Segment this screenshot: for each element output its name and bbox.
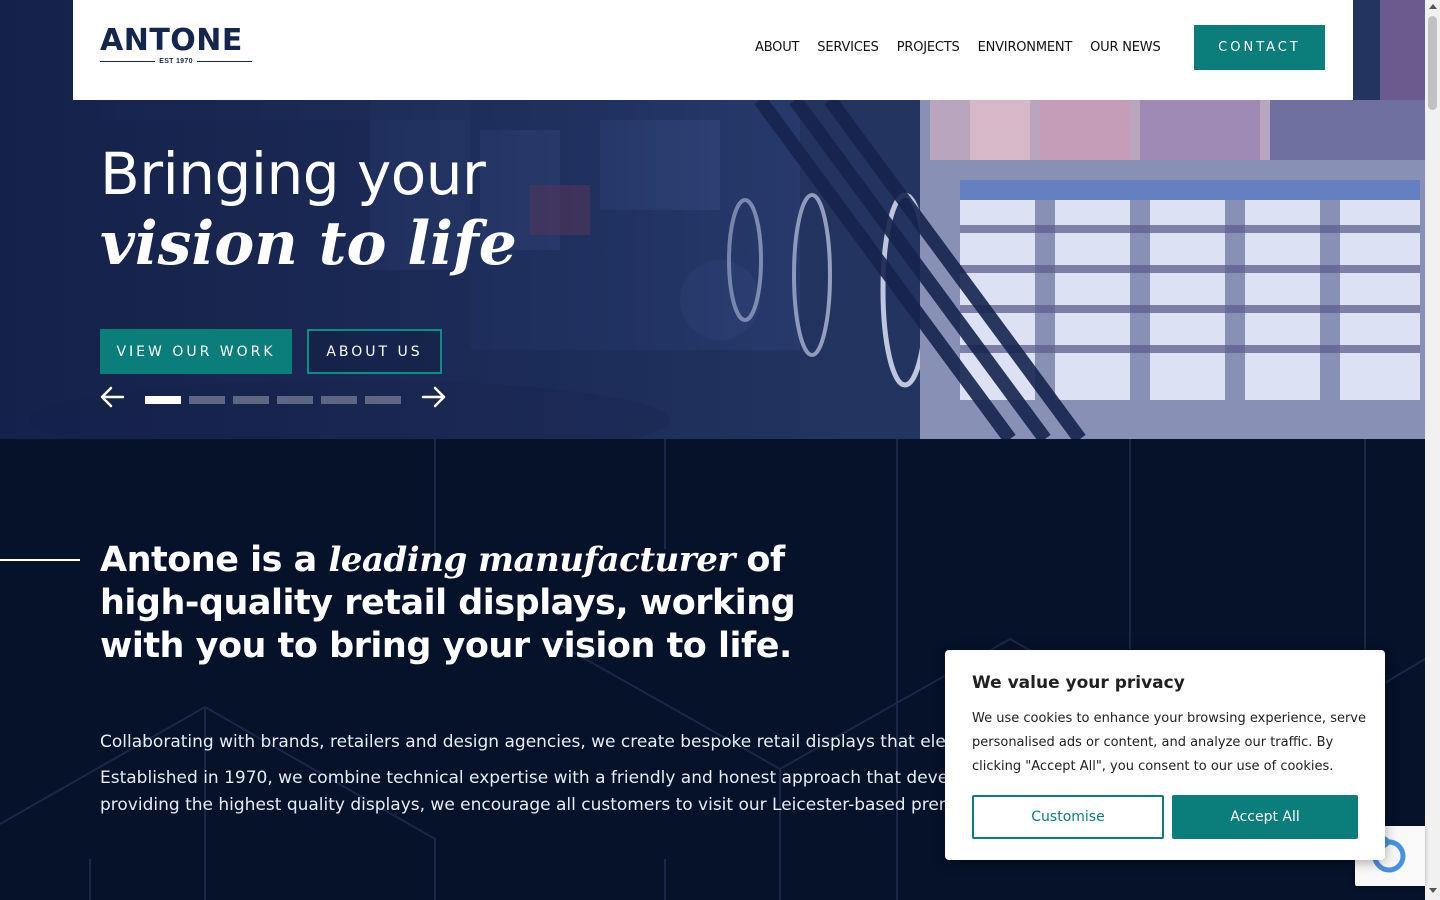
next-slide-arrow-icon[interactable] <box>421 384 447 410</box>
view-our-work-button[interactable]: VIEW OUR WORK <box>100 329 292 374</box>
antone-logo[interactable]: ANTONE EST 1970 <box>100 24 252 65</box>
about-paragraph-2-line2: providing the highest quality displays, … <box>100 795 960 815</box>
slide-dot-6[interactable] <box>365 396 401 404</box>
nav-environment[interactable]: ENVIRONMENT <box>978 39 1073 57</box>
cookie-text: We use cookies to enhance your browsing … <box>972 711 1366 774</box>
site-header: ANTONE EST 1970 ABOUT SERVICES PROJECTS … <box>73 0 1353 100</box>
logo-tagline: EST 1970 <box>100 58 252 65</box>
about-paragraph-2: Established in 1970, we combine technica… <box>100 765 960 821</box>
nav-our-news[interactable]: OUR NEWS <box>1090 39 1161 57</box>
nav-about[interactable]: ABOUT <box>755 39 799 57</box>
cookie-title: We value your privacy <box>972 673 1185 693</box>
hero-title-line1: Bringing your <box>100 140 486 208</box>
scroll-down-arrow-icon[interactable] <box>1429 888 1437 893</box>
about-paragraph-2-line1: Established in 1970, we combine technica… <box>100 768 960 788</box>
about-us-button[interactable]: ABOUT US <box>307 329 442 374</box>
scrollbar-thumb[interactable] <box>1428 16 1437 110</box>
logo-wordmark: ANTONE <box>100 23 243 58</box>
slide-dot-4[interactable] <box>277 396 313 404</box>
slide-dot-3[interactable] <box>233 396 269 404</box>
section-accent-line <box>0 559 80 561</box>
about-paragraph-1: Collaborating with brands, retailers and… <box>100 732 960 752</box>
nav-projects[interactable]: PROJECTS <box>897 39 960 57</box>
scroll-up-arrow-icon[interactable] <box>1429 4 1437 9</box>
page-scrollbar[interactable] <box>1425 0 1440 900</box>
slide-dot-1[interactable] <box>145 396 181 404</box>
hero-title-line2: vision to life <box>100 209 517 279</box>
nav-services[interactable]: SERVICES <box>817 39 879 57</box>
hero-title: Bringing your vision to life <box>100 140 517 280</box>
slide-dot-2[interactable] <box>189 396 225 404</box>
about-heading-emphasis: leading manufacturer <box>328 540 735 580</box>
about-heading-pre: Antone is a <box>100 540 329 580</box>
logo-tagline-text: EST 1970 <box>159 58 193 65</box>
slider-pagination <box>145 396 401 404</box>
customise-button[interactable]: Customise <box>972 795 1164 839</box>
cookie-consent-banner: We value your privacy We use cookies to … <box>945 650 1385 860</box>
main-nav: ABOUT SERVICES PROJECTS ENVIRONMENT OUR … <box>755 39 1161 57</box>
about-heading: Antone is a leading manufacturer of high… <box>100 539 800 668</box>
accept-all-button[interactable]: Accept All <box>1172 795 1358 839</box>
contact-button[interactable]: CONTACT <box>1194 25 1325 70</box>
previous-slide-arrow-icon[interactable] <box>99 384 125 410</box>
slide-dot-5[interactable] <box>321 396 357 404</box>
